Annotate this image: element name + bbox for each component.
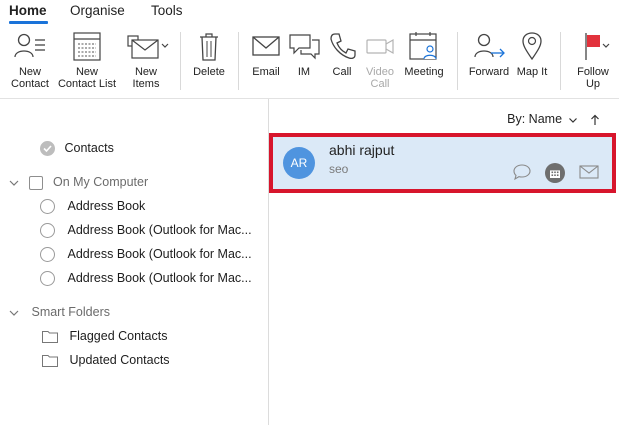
forward-contact-icon	[474, 33, 505, 58]
folder-pane: Contacts On My Computer Address Book Add…	[0, 99, 268, 425]
forward-button[interactable]: Forward	[466, 30, 512, 96]
meeting-button[interactable]: Meeting	[400, 30, 448, 96]
video-call-button[interactable]: Video Call	[362, 30, 398, 96]
address-book-label: Address Book (Outlook for Mac...	[67, 247, 252, 261]
on-my-computer-label: On My Computer	[52, 175, 149, 189]
on-my-computer-checkbox[interactable]	[29, 175, 44, 190]
address-book-item[interactable]: Address Book (Outlook for Mac...	[40, 244, 252, 264]
address-book-item[interactable]: Address Book (Outlook for Mac...	[40, 220, 252, 240]
calendar-icon[interactable]	[544, 162, 566, 184]
contact-name: abhi rajput	[329, 142, 395, 158]
address-book-label: Address Book (Outlook for Mac...	[67, 223, 252, 237]
active-tab-indicator	[9, 21, 48, 24]
chevron-down-icon[interactable]	[8, 173, 20, 193]
address-book-label: Address Book (Outlook for Mac...	[67, 271, 252, 285]
contact-list: By: Name AR abhi rajput seo	[269, 99, 619, 425]
ribbon-separator	[180, 32, 181, 90]
avatar: AR	[283, 147, 315, 179]
chevron-down-icon[interactable]	[8, 303, 20, 323]
ribbon-separator	[238, 32, 239, 90]
video-camera-icon	[366, 38, 394, 55]
delete-button[interactable]: Delete	[186, 30, 232, 96]
updated-contacts-label: Updated Contacts	[69, 353, 170, 367]
map-pin-icon	[522, 32, 542, 61]
email-label: Email	[252, 66, 280, 78]
folder-icon	[42, 331, 58, 344]
folder-icon	[42, 355, 58, 368]
tab-organise[interactable]: Organise	[70, 3, 125, 18]
meeting-label: Meeting	[404, 66, 444, 78]
new-contact-list-button[interactable]: New Contact List	[56, 30, 118, 96]
on-my-computer-group[interactable]: On My Computer	[8, 172, 148, 192]
flagged-contacts-item[interactable]: Flagged Contacts	[42, 326, 167, 346]
address-book-radio[interactable]	[40, 199, 55, 215]
folder-contacts-label: Contacts	[64, 141, 114, 155]
folder-contacts[interactable]: Contacts	[40, 138, 114, 158]
address-book-radio[interactable]	[40, 247, 55, 263]
video-call-label: Video Call	[366, 66, 394, 90]
call-button[interactable]: Call	[324, 30, 360, 96]
sort-control[interactable]: By: Name	[507, 112, 601, 126]
address-book-item[interactable]: Address Book	[40, 196, 145, 216]
checked-icon	[40, 141, 55, 157]
im-label: IM	[297, 66, 311, 78]
flagged-contacts-label: Flagged Contacts	[69, 329, 168, 343]
im-button[interactable]: IM	[286, 30, 322, 96]
new-contact-list-label: New Contact List	[57, 66, 117, 90]
address-book-radio[interactable]	[40, 271, 55, 287]
contact-subtitle: seo	[329, 162, 349, 176]
ribbon-separator	[560, 32, 561, 90]
follow-up-button[interactable]: Follow Up	[568, 30, 618, 96]
map-it-label: Map It	[516, 66, 548, 78]
updated-contacts-item[interactable]: Updated Contacts	[42, 350, 170, 370]
contact-list-icon	[73, 32, 101, 61]
delete-label: Delete	[193, 66, 225, 78]
new-items-button[interactable]: New Items	[120, 30, 172, 96]
call-label: Call	[332, 66, 352, 78]
sort-label: By: Name	[507, 112, 563, 126]
address-book-radio[interactable]	[40, 223, 55, 239]
ribbon-separator	[457, 32, 458, 90]
map-it-button[interactable]: Map It	[512, 30, 552, 96]
email-button[interactable]: Email	[246, 30, 286, 96]
address-book-item[interactable]: Address Book (Outlook for Mac...	[40, 268, 252, 288]
new-contact-label: New Contact	[11, 66, 49, 90]
forward-label: Forward	[468, 66, 510, 78]
smart-folders-label: Smart Folders	[31, 305, 110, 319]
sort-ascending-arrow-icon[interactable]	[589, 114, 601, 126]
contact-card[interactable]: AR abhi rajput seo	[269, 133, 616, 193]
tab-home[interactable]: Home	[9, 3, 47, 18]
ribbon-toolbar: New Contact New Contact List New Items D…	[0, 26, 619, 98]
new-items-label: New Items	[132, 66, 160, 90]
address-book-label: Address Book	[67, 199, 146, 213]
chat-bubbles-icon	[289, 34, 320, 60]
new-contact-button[interactable]: New Contact	[4, 30, 56, 96]
phone-icon	[330, 33, 356, 60]
trash-icon	[200, 33, 218, 61]
flag-icon	[585, 33, 610, 60]
tab-tools[interactable]: Tools	[151, 3, 183, 18]
envelope-icon	[252, 36, 280, 56]
meeting-calendar-icon	[409, 32, 437, 60]
envelope-icon[interactable]	[578, 162, 600, 182]
new-contact-icon	[14, 33, 45, 58]
follow-up-label: Follow Up	[577, 66, 609, 90]
chat-icon[interactable]	[512, 162, 532, 182]
chevron-down-icon	[568, 117, 577, 123]
new-items-icon	[127, 35, 169, 59]
smart-folders-group[interactable]: Smart Folders	[8, 302, 110, 322]
ribbon-tabs: Home Organise Tools	[0, 0, 619, 26]
